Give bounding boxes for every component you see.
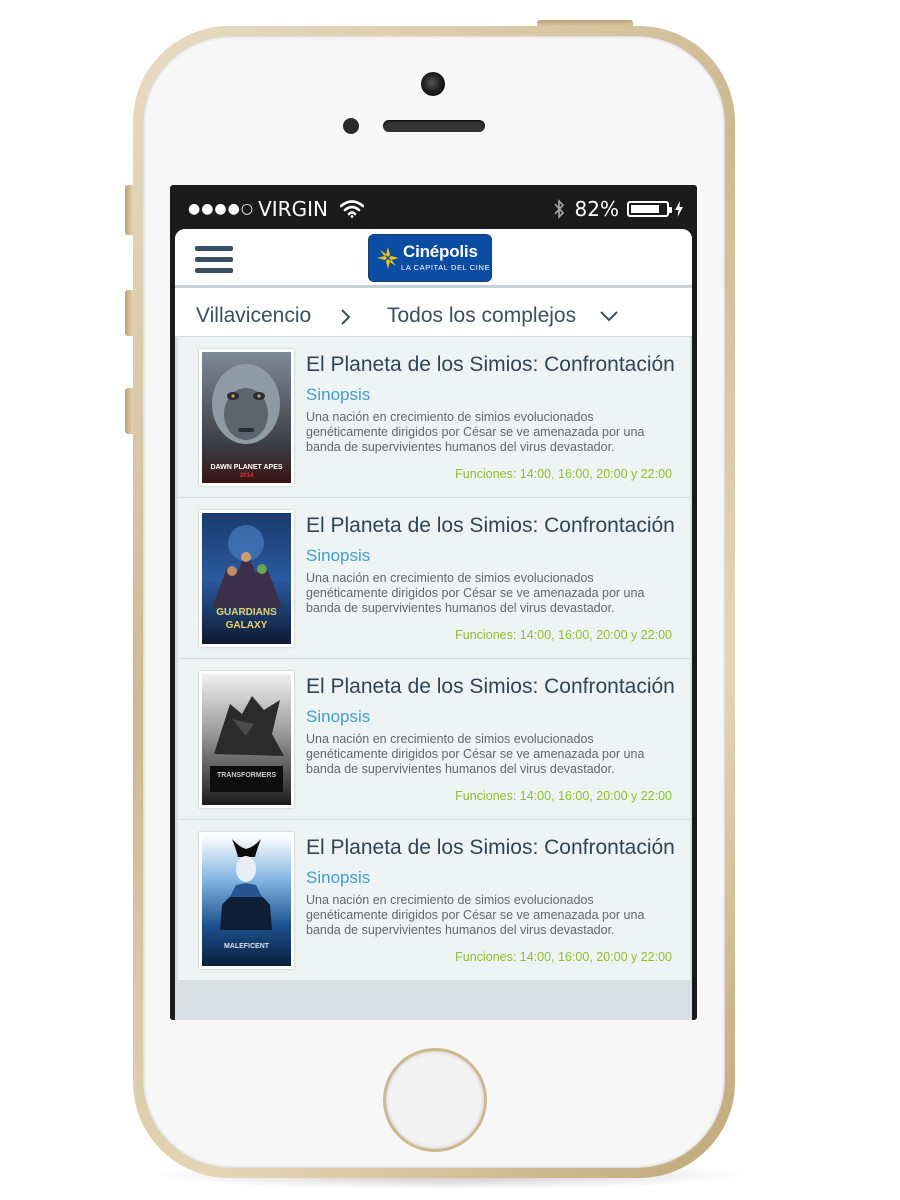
synopsis-link[interactable]: Sinopsis bbox=[306, 385, 370, 405]
app-header: Cinépolis LA CAPITAL DEL CINE bbox=[175, 229, 692, 288]
complex-selector[interactable]: Todos los complejos bbox=[387, 304, 576, 328]
poster-transformers-image: TRANSFORMERS bbox=[202, 674, 291, 805]
hamburger-menu-icon[interactable] bbox=[195, 246, 233, 276]
showtimes: Funciones: 14:00, 16:00, 20:00 y 22:00 bbox=[455, 628, 672, 642]
front-camera bbox=[421, 72, 445, 96]
battery-icon bbox=[627, 201, 672, 217]
poster-caption-year: 2014 bbox=[239, 473, 254, 479]
synopsis-link[interactable]: Sinopsis bbox=[306, 868, 370, 888]
movie-list: DAWN PLANET APES 2014 El Planeta de los … bbox=[178, 337, 690, 981]
city-selector[interactable]: Villavicencio bbox=[196, 304, 311, 328]
showtimes: Funciones: 14:00, 16:00, 20:00 y 22:00 bbox=[455, 950, 672, 964]
volume-up-button bbox=[125, 290, 133, 336]
synopsis-link[interactable]: Sinopsis bbox=[306, 546, 370, 566]
volume-down-button bbox=[125, 388, 133, 434]
poster-caption: GUARDIANS bbox=[216, 607, 277, 618]
showtimes: Funciones: 14:00, 16:00, 20:00 y 22:00 bbox=[455, 789, 672, 803]
showtimes: Funciones: 14:00, 16:00, 20:00 y 22:00 bbox=[455, 467, 672, 481]
wifi-icon bbox=[339, 200, 364, 218]
poster-maleficent-image: MALEFICENT bbox=[202, 835, 291, 966]
movie-poster[interactable]: DAWN PLANET APES 2014 bbox=[199, 349, 294, 486]
mute-switch bbox=[125, 185, 133, 235]
app-view: Cinépolis LA CAPITAL DEL CINE Villavicen… bbox=[175, 229, 692, 1020]
carrier-name: VIRGIN bbox=[258, 197, 328, 221]
poster-caption: MALEFICENT bbox=[223, 943, 270, 950]
phone-screen: ●●●●○ VIRGIN 82% Cinépolis LA CAPITAL DE… bbox=[170, 185, 697, 1020]
chevron-down-icon[interactable] bbox=[599, 310, 619, 322]
movie-title[interactable]: El Planeta de los Simios: Confrontación bbox=[306, 514, 675, 538]
movie-poster[interactable]: TRANSFORMERS bbox=[199, 671, 294, 808]
poster-guardians-image: GUARDIANS GALAXY bbox=[202, 513, 291, 644]
movie-item[interactable]: GUARDIANS GALAXY El Planeta de los Simio… bbox=[178, 498, 690, 659]
movie-item[interactable]: MALEFICENT El Planeta de los Simios: Con… bbox=[178, 820, 690, 981]
chevron-right-icon[interactable] bbox=[340, 308, 352, 326]
location-filter-bar: Villavicencio Todos los complejos bbox=[175, 288, 692, 337]
movie-poster[interactable]: MALEFICENT bbox=[199, 832, 294, 969]
poster-caption-subtitle: GALAXY bbox=[225, 620, 268, 631]
cinepolis-logo[interactable]: Cinépolis LA CAPITAL DEL CINE bbox=[369, 235, 491, 281]
poster-caption: DAWN PLANET APES bbox=[210, 464, 283, 471]
status-bar: ●●●●○ VIRGIN 82% bbox=[170, 185, 697, 229]
logo-tagline: LA CAPITAL DEL CINE bbox=[401, 263, 491, 272]
bluetooth-icon bbox=[553, 199, 565, 219]
synopsis-text: Una nación en crecimiento de simios evol… bbox=[306, 410, 645, 454]
charging-bolt-icon bbox=[675, 201, 683, 217]
poster-ape-image: DAWN PLANET APES 2014 bbox=[202, 352, 291, 483]
synopsis-link[interactable]: Sinopsis bbox=[306, 707, 370, 727]
battery-fill bbox=[631, 205, 659, 213]
synopsis-text: Una nación en crecimiento de simios evol… bbox=[306, 893, 645, 937]
proximity-sensor bbox=[343, 118, 359, 134]
movie-item[interactable]: DAWN PLANET APES 2014 El Planeta de los … bbox=[178, 337, 690, 498]
battery-nub bbox=[669, 207, 672, 213]
movie-item[interactable]: TRANSFORMERS El Planeta de los Simios: C… bbox=[178, 659, 690, 820]
home-button[interactable] bbox=[383, 1048, 487, 1152]
movie-poster[interactable]: GUARDIANS GALAXY bbox=[199, 510, 294, 647]
logo-name: Cinépolis bbox=[403, 242, 478, 261]
synopsis-text: Una nación en crecimiento de simios evol… bbox=[306, 732, 645, 776]
earpiece-speaker bbox=[383, 120, 485, 132]
synopsis-text: Una nación en crecimiento de simios evol… bbox=[306, 571, 645, 615]
logo-star-icon bbox=[377, 247, 399, 269]
poster-caption: TRANSFORMERS bbox=[216, 772, 277, 779]
signal-strength-icon: ●●●●○ bbox=[188, 201, 255, 217]
movie-title[interactable]: El Planeta de los Simios: Confrontación bbox=[306, 836, 675, 860]
movie-title[interactable]: El Planeta de los Simios: Confrontación bbox=[306, 353, 675, 377]
battery-percent: 82% bbox=[574, 197, 619, 221]
movie-title[interactable]: El Planeta de los Simios: Confrontación bbox=[306, 675, 675, 699]
